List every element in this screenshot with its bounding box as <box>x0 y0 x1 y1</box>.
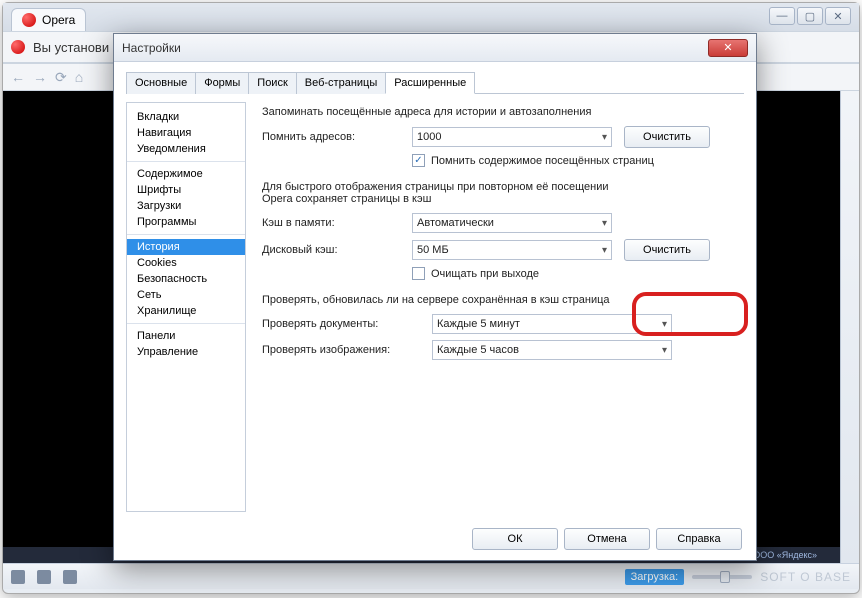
page-title-truncated: Вы установи <box>33 40 109 55</box>
tab-webpages[interactable]: Веб-страницы <box>296 72 387 94</box>
window-controls: — ▢ ✕ <box>769 7 851 25</box>
tab-forms[interactable]: Формы <box>195 72 249 94</box>
disk-cache-select[interactable]: 50 МБ <box>412 240 612 260</box>
zoom-slider[interactable] <box>692 575 752 579</box>
cat-downloads[interactable]: Загрузки <box>127 198 245 214</box>
forward-button[interactable]: → <box>33 69 47 85</box>
cat-panels[interactable]: Панели <box>127 328 245 344</box>
remember-label: Помнить адресов: <box>262 131 412 143</box>
clear-cache-button[interactable]: Очистить <box>624 239 710 261</box>
loading-indicator: Загрузка: <box>625 569 685 585</box>
settings-panel: Запоминать посещённые адреса для истории… <box>246 102 744 512</box>
settings-tabs: Основные Формы Поиск Веб-страницы Расшир… <box>126 72 744 94</box>
browser-tab[interactable]: Opera <box>11 8 86 31</box>
cat-notifications[interactable]: Уведомления <box>127 141 245 157</box>
tab-label: Opera <box>42 13 75 27</box>
cat-management[interactable]: Управление <box>127 344 245 360</box>
check-heading: Проверять, обновилась ли на сервере сохр… <box>262 294 740 306</box>
cat-programs[interactable]: Программы <box>127 214 245 230</box>
close-window-button[interactable]: ✕ <box>825 7 851 25</box>
remember-heading: Запоминать посещённые адреса для истории… <box>262 106 740 118</box>
dialog-titlebar: Настройки ✕ <box>114 34 756 62</box>
cat-tabs[interactable]: Вкладки <box>127 109 245 125</box>
cache-heading-1: Для быстрого отображения страницы при по… <box>262 181 740 193</box>
mem-cache-label: Кэш в памяти: <box>262 217 412 229</box>
settings-dialog: Настройки ✕ Основные Формы Поиск Веб-стр… <box>113 33 757 561</box>
cat-navigation[interactable]: Навигация <box>127 125 245 141</box>
category-list: Вкладки Навигация Уведомления Содержимое… <box>126 102 246 512</box>
check-images-label: Проверять изображения: <box>262 344 432 356</box>
check-docs-label: Проверять документы: <box>262 318 432 330</box>
cat-content[interactable]: Содержимое <box>127 166 245 182</box>
reload-button[interactable]: ⟳ <box>55 69 67 86</box>
cancel-button[interactable]: Отмена <box>564 528 650 550</box>
check-docs-select[interactable]: Каждые 5 минут <box>432 314 672 334</box>
clear-history-button[interactable]: Очистить <box>624 126 710 148</box>
remember-count-select[interactable]: 1000 <box>412 127 612 147</box>
cat-cookies[interactable]: Cookies <box>127 255 245 271</box>
tab-search[interactable]: Поиск <box>248 72 296 94</box>
opera-icon <box>11 40 25 54</box>
mem-cache-select[interactable]: Автоматически <box>412 213 612 233</box>
cat-network[interactable]: Сеть <box>127 287 245 303</box>
cache-heading-2: Opera сохраняет страницы в кэш <box>262 193 740 205</box>
help-button[interactable]: Справка <box>656 528 742 550</box>
disk-cache-label: Дисковый кэш: <box>262 244 412 256</box>
remember-content-checkbox[interactable] <box>412 154 425 167</box>
status-icon-camera[interactable] <box>63 570 77 584</box>
tab-advanced[interactable]: Расширенные <box>385 72 475 94</box>
cat-security[interactable]: Безопасность <box>127 271 245 287</box>
cat-history[interactable]: История <box>127 239 245 255</box>
cat-storage[interactable]: Хранилище <box>127 303 245 319</box>
status-icon-cloud[interactable] <box>37 570 51 584</box>
remember-content-label: Помнить содержимое посещённых страниц <box>431 155 654 167</box>
opera-icon <box>22 13 36 27</box>
cat-fonts[interactable]: Шрифты <box>127 182 245 198</box>
watermark-text: SOFT O BASE <box>760 570 851 584</box>
status-icon-heart[interactable] <box>11 570 25 584</box>
check-images-select[interactable]: Каждые 5 часов <box>432 340 672 360</box>
dialog-close-button[interactable]: ✕ <box>708 39 748 57</box>
status-bar: Загрузка: SOFT O BASE <box>3 563 859 589</box>
clear-on-exit-checkbox[interactable] <box>412 267 425 280</box>
clear-on-exit-label: Очищать при выходе <box>431 268 539 280</box>
home-button[interactable]: ⌂ <box>75 69 83 85</box>
ok-button[interactable]: ОК <box>472 528 558 550</box>
minimize-button[interactable]: — <box>769 7 795 25</box>
browser-window: — ▢ ✕ Opera Вы установи ← → ⟳ ⌂ Обратная… <box>2 2 860 594</box>
dialog-footer: ОК Отмена Справка <box>472 528 742 550</box>
dialog-title: Настройки <box>122 41 181 55</box>
tab-strip: Opera <box>3 3 859 31</box>
back-button[interactable]: ← <box>11 69 25 85</box>
maximize-button[interactable]: ▢ <box>797 7 823 25</box>
tab-basic[interactable]: Основные <box>126 72 196 94</box>
